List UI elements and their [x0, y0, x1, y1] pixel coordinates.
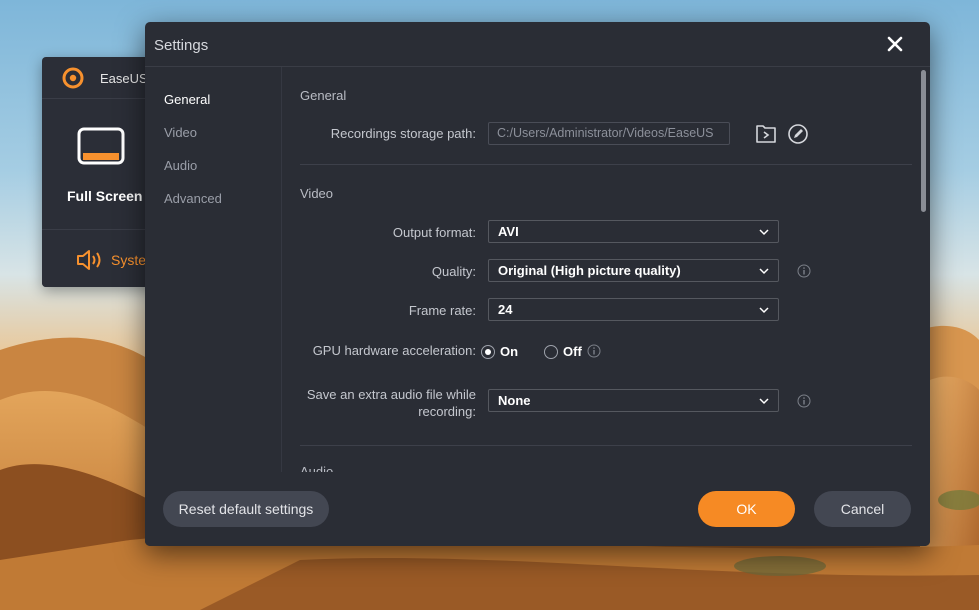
chevron-down-icon [759, 398, 769, 405]
radio-unselected-dot [544, 345, 558, 359]
settings-dialog: Settings General Video Audio Advanced Ge… [145, 22, 930, 546]
section-title-general: General [300, 88, 347, 103]
nav-item-video[interactable]: Video [164, 125, 197, 140]
storage-path-input[interactable]: C:/Users/Administrator/Videos/EaseUS [488, 122, 730, 145]
radio-selected-dot [481, 345, 495, 359]
nav-item-advanced[interactable]: Advanced [164, 191, 222, 206]
easeus-logo-icon [62, 67, 84, 89]
nav-item-general[interactable]: General [164, 92, 210, 107]
extra-audio-select[interactable]: None [488, 389, 779, 412]
output-format-select[interactable]: AVI [488, 220, 779, 243]
chevron-down-icon [759, 307, 769, 314]
output-format-value: AVI [498, 224, 519, 239]
easeus-main-window: EaseUS Full Screen Syste [42, 57, 162, 287]
info-icon[interactable] [797, 264, 811, 278]
open-folder-icon[interactable] [754, 122, 778, 146]
section-divider [300, 445, 912, 446]
close-icon[interactable] [883, 32, 907, 56]
ok-button[interactable]: OK [698, 491, 795, 527]
nav-item-audio[interactable]: Audio [164, 158, 197, 173]
reset-default-settings-button[interactable]: Reset default settings [163, 491, 329, 527]
dialog-title: Settings [154, 37, 209, 54]
output-format-label: Output format: [392, 225, 476, 240]
chevron-down-icon [759, 268, 769, 275]
quality-select[interactable]: Original (High picture quality) [488, 259, 779, 282]
quality-value: Original (High picture quality) [498, 263, 681, 278]
extra-audio-label: Save an extra audio file while recording… [306, 387, 476, 419]
info-icon[interactable] [797, 394, 811, 408]
brand-name: EaseUS [100, 71, 148, 86]
edit-pen-icon[interactable] [786, 122, 810, 146]
cancel-button[interactable]: Cancel [814, 491, 911, 527]
system-sound-row[interactable]: Syste [42, 229, 162, 287]
gpu-acceleration-label: GPU hardware acceleration: [312, 343, 476, 358]
brand-bar: EaseUS [42, 57, 162, 99]
settings-nav: General Video Audio Advanced [145, 67, 281, 467]
frame-rate-select[interactable]: 24 [488, 298, 779, 321]
gpu-on-label: On [500, 344, 519, 359]
info-icon[interactable] [587, 344, 601, 358]
section-divider [300, 164, 912, 165]
full-screen-label[interactable]: Full Screen [67, 188, 142, 204]
speaker-icon [77, 250, 101, 270]
frame-rate-label: Frame rate: [408, 303, 476, 318]
section-title-audio-partial: Audio [300, 464, 334, 472]
settings-content: General Recordings storage path: C:/User… [282, 67, 922, 472]
system-sound-label: Syste [111, 252, 147, 268]
extra-audio-value: None [498, 393, 531, 408]
gpu-off-label: Off [563, 344, 582, 359]
quality-label: Quality: [431, 264, 476, 279]
dialog-footer: Reset default settings OK Cancel [145, 472, 930, 546]
section-title-video: Video [300, 186, 334, 201]
gpu-on-radio[interactable]: On [481, 343, 531, 361]
storage-path-label: Recordings storage path: [330, 126, 476, 141]
scrollbar-thumb[interactable] [921, 70, 926, 212]
chevron-down-icon [759, 229, 769, 236]
full-screen-icon[interactable] [77, 127, 125, 167]
frame-rate-value: 24 [498, 302, 513, 317]
